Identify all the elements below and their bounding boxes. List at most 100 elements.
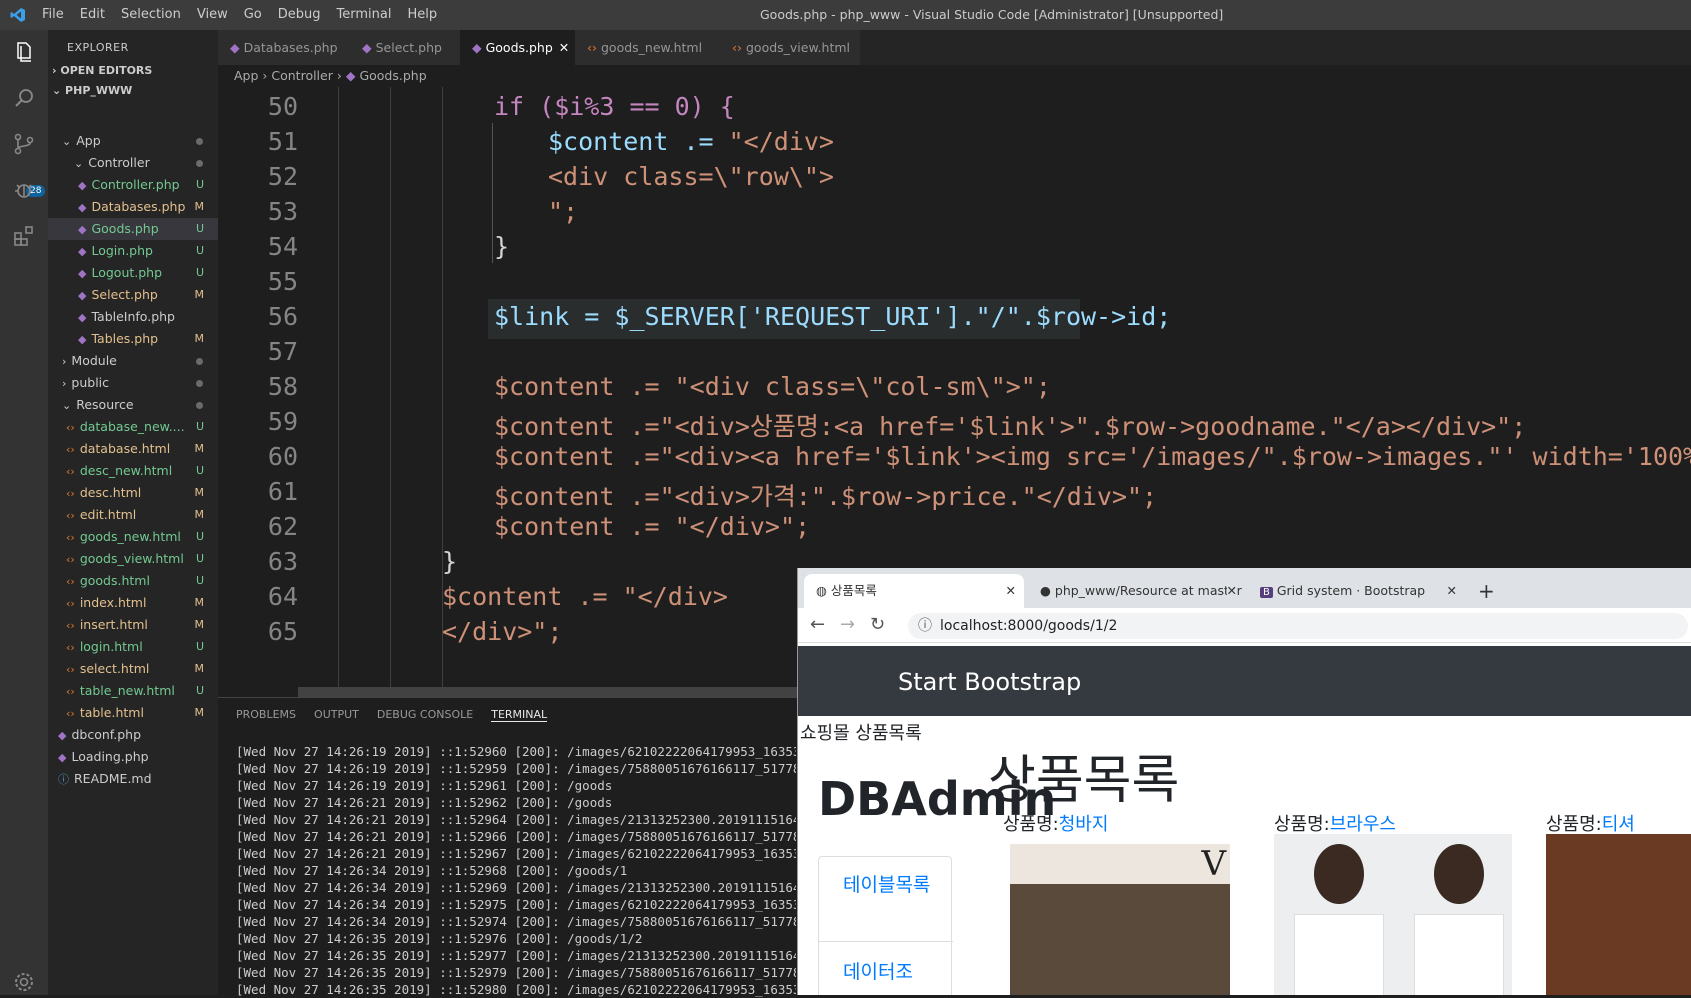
tree-item[interactable]: ◆ Controller.php U bbox=[48, 174, 218, 196]
terminal-line: [Wed Nov 27 14:26:35 2019] ::1:52980 [20… bbox=[236, 982, 796, 997]
browser-tab-bootstrap[interactable]: B Grid system · Bootstrap ✕ bbox=[1250, 574, 1465, 608]
menu-terminal[interactable]: Terminal bbox=[337, 7, 392, 22]
tab-terminal[interactable]: TERMINAL bbox=[491, 708, 548, 722]
url-input[interactable]: ⓘ localhost:8000/goods/1/2 bbox=[908, 613, 1688, 639]
close-icon[interactable]: ✕ bbox=[559, 40, 569, 55]
tree-item[interactable]: ⌄ Resource bbox=[48, 394, 218, 416]
tree-item[interactable]: ◆ TableInfo.php bbox=[48, 306, 218, 328]
tree-item[interactable]: ‹› table.html M bbox=[48, 702, 218, 724]
tree-item[interactable]: ◆ Tables.php M bbox=[48, 328, 218, 350]
extensions-icon[interactable] bbox=[12, 224, 36, 248]
product-image[interactable] bbox=[1546, 834, 1691, 995]
new-tab-plus-icon[interactable]: + bbox=[1478, 574, 1495, 608]
code-line: $link = $_SERVER['REQUEST_URI']."/".$row… bbox=[494, 302, 1172, 331]
tree-item[interactable]: ‹› desc.html M bbox=[48, 482, 218, 504]
tab-output[interactable]: OUTPUT bbox=[314, 708, 359, 722]
tree-item[interactable]: › public bbox=[48, 372, 218, 394]
breadcrumb-item[interactable]: Goods.php bbox=[359, 68, 426, 83]
navbar-brand[interactable]: Start Bootstrap bbox=[898, 668, 1081, 696]
tree-item[interactable]: ◆ Login.php U bbox=[48, 240, 218, 262]
tree-item[interactable]: ⌄ Controller bbox=[48, 152, 218, 174]
menu-debug[interactable]: Debug bbox=[278, 7, 321, 22]
tab-problems[interactable]: PROBLEMS bbox=[236, 708, 296, 722]
tab-goods-php[interactable]: ◆ Goods.php ✕ bbox=[460, 30, 575, 65]
tree-item[interactable]: ‹› login.html U bbox=[48, 636, 218, 658]
open-editors-section[interactable]: › OPEN EDITORS bbox=[48, 60, 218, 82]
tree-item[interactable]: ◆ Select.php M bbox=[48, 284, 218, 306]
search-icon[interactable] bbox=[12, 86, 36, 110]
tree-item[interactable]: ‹› index.html M bbox=[48, 592, 218, 614]
breadcrumb-item[interactable]: App bbox=[234, 68, 258, 83]
settings-gear-icon[interactable] bbox=[12, 970, 36, 994]
close-icon[interactable]: ✕ bbox=[1447, 574, 1457, 608]
tree-item-label: Databases.php bbox=[91, 199, 186, 214]
sidebar-link-tables[interactable]: 테이블목록 bbox=[843, 871, 933, 899]
tree-item-label: insert.html bbox=[79, 617, 148, 632]
tree-item[interactable]: ‹› table_new.html U bbox=[48, 680, 218, 702]
project-section[interactable]: ⌄ PHP_WWW bbox=[48, 80, 218, 102]
tree-item[interactable]: ‹› select.html M bbox=[48, 658, 218, 680]
tree-item[interactable]: ‹› goods_view.html U bbox=[48, 548, 218, 570]
breadcrumb-item[interactable]: Controller bbox=[271, 68, 333, 83]
menu-file[interactable]: File bbox=[42, 7, 64, 22]
tree-item[interactable]: ◆ Logout.php U bbox=[48, 262, 218, 284]
debug-icon[interactable] bbox=[12, 178, 36, 202]
tree-item-label: database.html bbox=[79, 441, 171, 456]
product-image[interactable] bbox=[1274, 834, 1512, 995]
tab-goods-view-html[interactable]: ‹› goods_view.html bbox=[720, 30, 860, 65]
explorer-icon[interactable] bbox=[12, 40, 36, 64]
terminal-line: [Wed Nov 27 14:26:35 2019] ::1:52979 [20… bbox=[236, 965, 796, 980]
back-arrow-icon[interactable]: ← bbox=[810, 614, 825, 635]
tab-debug-console[interactable]: DEBUG CONSOLE bbox=[377, 708, 473, 722]
tree-item[interactable]: ‹› database.html M bbox=[48, 438, 218, 460]
product-link[interactable]: 티셔 bbox=[1602, 814, 1635, 835]
tree-item[interactable]: ◆ Loading.php bbox=[48, 746, 218, 768]
open-editors-label: OPEN EDITORS bbox=[60, 64, 153, 77]
menu-view[interactable]: View bbox=[197, 7, 228, 22]
product-image[interactable]: V bbox=[1010, 844, 1230, 995]
php-file-icon: ◆ bbox=[362, 40, 376, 55]
menu-go[interactable]: Go bbox=[244, 7, 262, 22]
tree-item[interactable]: ◆ Goods.php U bbox=[48, 218, 218, 240]
tree-item[interactable]: ‹› insert.html M bbox=[48, 614, 218, 636]
menu-edit[interactable]: Edit bbox=[80, 7, 105, 22]
line-number: 57 bbox=[267, 337, 298, 366]
tree-item-label: App bbox=[76, 133, 101, 148]
tree-item-label: Controller bbox=[88, 155, 150, 170]
git-status-badge: U bbox=[195, 464, 204, 477]
tab-databases-php[interactable]: ◆ Databases.php bbox=[218, 30, 350, 65]
line-number: 60 bbox=[267, 442, 298, 471]
window-title: Goods.php - php_www - Visual Studio Code… bbox=[760, 7, 1224, 22]
code-line: if ($i%3 == 0) { bbox=[494, 92, 735, 121]
sidebar-link-data[interactable]: 데이터조 bbox=[843, 957, 913, 984]
tree-item[interactable]: ⌄ App bbox=[48, 130, 218, 152]
tree-item[interactable]: ‹› goods_new.html U bbox=[48, 526, 218, 548]
forward-arrow-icon[interactable]: → bbox=[840, 614, 855, 635]
menu-selection[interactable]: Selection bbox=[121, 7, 181, 22]
reload-icon[interactable]: ↻ bbox=[870, 614, 885, 635]
tree-item[interactable]: ‹› goods.html U bbox=[48, 570, 218, 592]
php-file-icon: ◆ bbox=[58, 751, 67, 764]
product-link[interactable]: 청바지 bbox=[1059, 814, 1109, 835]
tree-item[interactable]: ‹› edit.html M bbox=[48, 504, 218, 526]
tree-item[interactable]: ‹› desc_new.html U bbox=[48, 460, 218, 482]
terminal-output[interactable]: [Wed Nov 27 14:26:19 2019] ::1:52960 [20… bbox=[236, 743, 796, 998]
browser-tab-github[interactable]: ● php_www/Resource at master · ✕ bbox=[1030, 574, 1245, 608]
source-control-icon[interactable] bbox=[12, 132, 36, 156]
close-icon[interactable]: ✕ bbox=[1006, 574, 1016, 608]
tree-item[interactable]: ‹› database_new.... U bbox=[48, 416, 218, 438]
tab-goods-new-html[interactable]: ‹› goods_new.html bbox=[575, 30, 720, 65]
php-file-icon: ◆ bbox=[230, 40, 244, 55]
tree-item[interactable]: ◆ dbconf.php bbox=[48, 724, 218, 746]
tree-item[interactable]: ◆ Databases.php M bbox=[48, 196, 218, 218]
html-file-icon: ‹› bbox=[66, 509, 75, 522]
close-icon[interactable]: ✕ bbox=[1226, 574, 1237, 608]
product-link[interactable]: 브라우스 bbox=[1330, 814, 1396, 835]
tree-item[interactable]: ⓘ README.md bbox=[48, 768, 218, 790]
browser-tab-goods[interactable]: ◍ 상품목록 ✕ bbox=[804, 574, 1024, 608]
editor-tabs: ◆ Databases.php ◆ Select.php ◆ Goods.php… bbox=[218, 30, 1691, 65]
globe-icon: ◍ bbox=[816, 583, 831, 598]
tab-select-php[interactable]: ◆ Select.php bbox=[350, 30, 460, 65]
tree-item[interactable]: › Module bbox=[48, 350, 218, 372]
menu-help[interactable]: Help bbox=[407, 7, 437, 22]
